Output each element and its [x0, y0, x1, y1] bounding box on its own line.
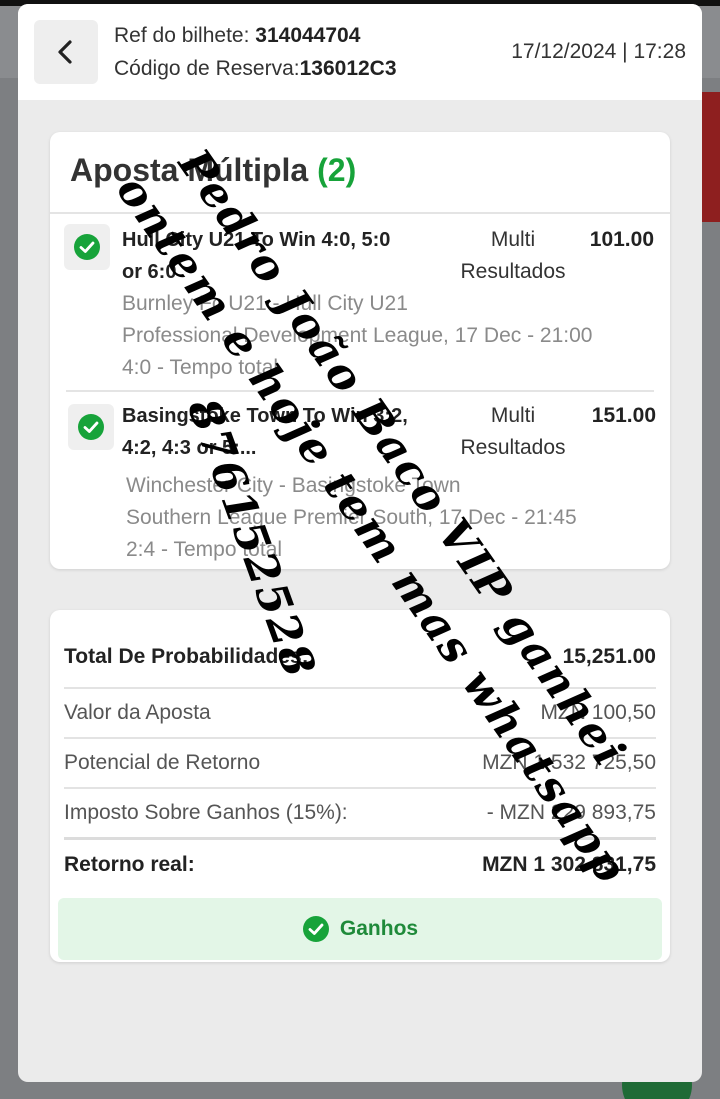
ticket-ref: Ref do bilhete: 314044704 — [114, 24, 360, 48]
selection-status — [68, 404, 114, 450]
check-circle-icon — [74, 234, 100, 260]
selection-odds: 101.00 — [589, 228, 654, 251]
selection-odds: 151.00 — [591, 404, 656, 427]
selection-league: Professional Development League, 17 Dec … — [122, 324, 593, 347]
booking-code: Código de Reserva:136012C3 — [114, 57, 397, 81]
ticket-ref-value: 314044704 — [255, 24, 361, 47]
ticket-datetime: 17/12/2024 | 17:28 — [511, 40, 686, 63]
background-red-banner — [702, 92, 720, 222]
check-circle-icon — [78, 414, 104, 440]
modal-header: Ref do bilhete: 314044704 Código de Rese… — [18, 4, 702, 100]
chevron-left-icon — [58, 40, 72, 64]
won-status-label: Ganhos — [339, 917, 419, 940]
ticket-ref-label: Ref do bilhete: — [114, 24, 250, 47]
booking-code-value: 136012C3 — [299, 57, 397, 80]
check-circle-icon — [302, 916, 329, 942]
selection-status — [64, 224, 110, 270]
potential-return-label: Potencial de Retorno — [64, 751, 261, 774]
booking-code-label: Código de Reserva: — [114, 57, 300, 80]
net-return-label: Retorno real: — [64, 853, 195, 876]
back-button[interactable] — [34, 20, 98, 84]
selection-count: (2) — [317, 152, 357, 188]
tax-label: Imposto Sobre Ganhos (15%): — [64, 801, 348, 824]
won-status-badge: Ganhos — [58, 898, 662, 960]
stake-label: Valor da Aposta — [64, 701, 211, 724]
